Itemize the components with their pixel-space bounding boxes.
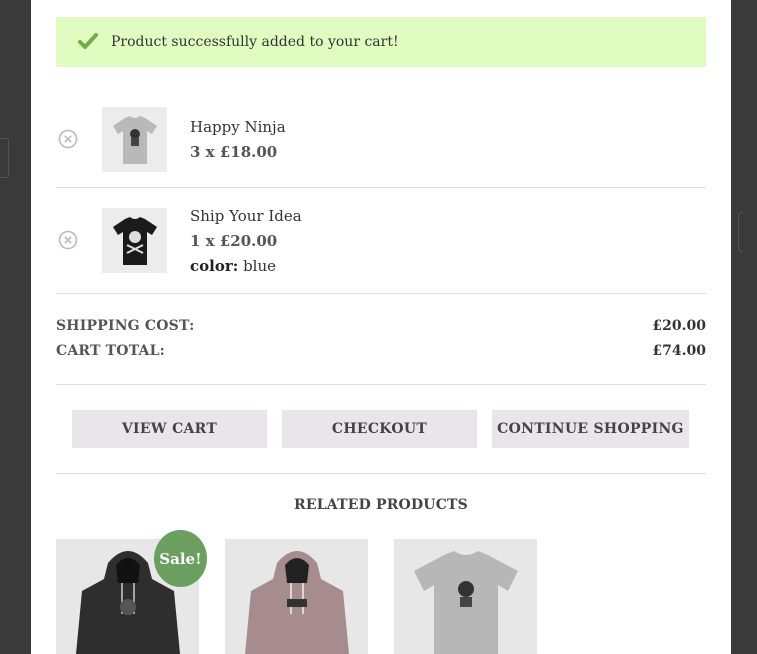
- cart-item-name[interactable]: Ship Your Idea: [190, 207, 302, 225]
- attribute-label: color:: [190, 257, 239, 275]
- cart-item-attribute: color: blue: [190, 257, 276, 275]
- checkout-button[interactable]: CHECKOUT: [282, 410, 477, 448]
- background-edge: [0, 138, 9, 178]
- cart-popup-modal: Product successfully added to your cart!…: [31, 0, 731, 654]
- product-thumbnail[interactable]: [102, 208, 167, 273]
- related-product-image[interactable]: [225, 539, 368, 654]
- sale-badge: Sale!: [154, 530, 207, 587]
- divider: [56, 187, 706, 188]
- check-icon: [78, 32, 98, 52]
- cart-item-quantity-price: 1 x £20.00: [190, 232, 278, 250]
- continue-shopping-button[interactable]: CONTINUE SHOPPING: [492, 410, 689, 448]
- related-product-image[interactable]: [394, 539, 537, 654]
- remove-item-icon[interactable]: [58, 230, 78, 250]
- cart-total-value: £74.00: [652, 343, 706, 359]
- attribute-value: blue: [243, 257, 276, 275]
- success-notice: Product successfully added to your cart!: [56, 17, 706, 67]
- shipping-cost-value: £20.00: [652, 318, 706, 334]
- divider: [56, 384, 706, 385]
- related-products-title: RELATED PRODUCTS: [294, 497, 468, 513]
- notice-message: Product successfully added to your cart!: [111, 34, 399, 50]
- divider: [56, 293, 706, 294]
- view-cart-button[interactable]: VIEW CART: [72, 410, 267, 448]
- product-thumbnail[interactable]: [102, 107, 167, 172]
- background-edge: [738, 212, 743, 252]
- cart-item-name[interactable]: Happy Ninja: [190, 118, 286, 136]
- remove-item-icon[interactable]: [58, 129, 78, 149]
- cart-total-label: CART TOTAL:: [56, 343, 166, 359]
- cart-item-quantity-price: 3 x £18.00: [190, 143, 278, 161]
- shipping-cost-label: SHIPPING COST:: [56, 318, 195, 334]
- divider: [56, 473, 706, 474]
